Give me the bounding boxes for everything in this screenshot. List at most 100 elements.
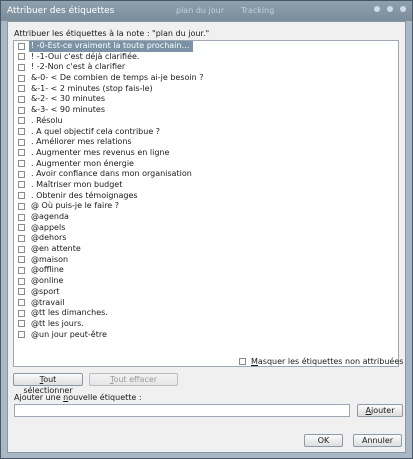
close-icon[interactable] (400, 6, 406, 12)
tag-list-item[interactable]: @online (14, 276, 398, 287)
tag-list-item[interactable]: @sport (14, 287, 398, 298)
tag-list-item[interactable]: . A quel objectif cela contribue ? (14, 127, 398, 138)
tag-checkbox[interactable] (18, 42, 25, 50)
tag-checkbox[interactable] (18, 53, 25, 61)
background-window-text: plan du jour (176, 6, 224, 15)
tag-checkbox[interactable] (18, 63, 25, 71)
tag-checkbox[interactable] (18, 192, 25, 200)
tag-list-item[interactable]: @maison (14, 255, 398, 266)
tag-list-item[interactable]: . Avoir confiance dans mon organisation (14, 169, 398, 180)
tag-label: . Résolu (31, 115, 63, 125)
tag-checkbox[interactable] (18, 138, 25, 146)
tag-label: . Maîtriser mon budget (31, 179, 123, 189)
tag-label: ! -2-Non c'est à clarifier (31, 62, 126, 72)
tag-list-item[interactable]: ! -2-Non c'est à clarifier (14, 62, 398, 73)
tag-list-item[interactable]: @travail (14, 298, 398, 309)
tag-list-item[interactable]: ! -0-Est-ce vraiment la toute prochaine … (14, 41, 398, 52)
tag-label: . Augmenter mon énergie (31, 158, 134, 168)
tag-checkbox[interactable] (18, 160, 25, 168)
tag-checkbox[interactable] (18, 256, 25, 264)
tag-label: @travail (31, 297, 65, 307)
title-bar[interactable]: Attribuer des étiquettes plan du jour Tr… (1, 1, 412, 21)
tag-list-item[interactable]: @tt les jours. (14, 319, 398, 330)
tag-checkbox[interactable] (18, 170, 25, 178)
maximize-icon[interactable] (387, 6, 393, 12)
tag-label: . A quel objectif cela contribue ? (31, 126, 161, 136)
tag-checkbox[interactable] (18, 309, 25, 317)
tag-list-item[interactable]: . Augmenter mes revenus en ligne (14, 148, 398, 159)
tag-checkbox[interactable] (18, 224, 25, 232)
tag-list-item[interactable]: @dehors (14, 233, 398, 244)
tag-list-item[interactable]: . Résolu (14, 116, 398, 127)
window-title: Attribuer des étiquettes (7, 6, 115, 16)
tag-list-item[interactable]: @offline (14, 265, 398, 276)
tag-checkbox[interactable] (18, 85, 25, 93)
tag-checkbox[interactable] (18, 128, 25, 135)
tag-list-item[interactable]: @appels (14, 223, 398, 234)
tag-label: &-0- < De combien de temps ai-je besoin … (31, 73, 204, 83)
hide-unassigned-label: Masquer les étiquettes non attribuées (251, 357, 404, 366)
hide-unassigned-checkbox[interactable] (239, 358, 246, 365)
tag-label: . Avoir confiance dans mon organisation (31, 169, 192, 179)
tag-checkbox[interactable] (18, 213, 25, 221)
background-window-text: Tracking (241, 6, 275, 15)
tag-list-item[interactable]: &-1- < 2 minutes (stop fais-le) (14, 84, 398, 95)
tag-list-item[interactable]: @tt les dimanches. (14, 308, 398, 319)
tag-checkbox[interactable] (18, 234, 25, 242)
tag-checkbox[interactable] (18, 149, 25, 157)
select-all-button[interactable]: Tout sélectionner (13, 373, 83, 395)
tag-label: @dehors (31, 233, 67, 243)
add-tag-button[interactable]: Ajouter (357, 404, 403, 417)
tag-label: @tt les jours. (31, 318, 84, 328)
tag-checkbox[interactable] (18, 106, 25, 114)
tag-list-item[interactable]: @en attente (14, 244, 398, 255)
tag-list-item[interactable]: @ Où puis-je le faire ? (14, 201, 398, 212)
minimize-icon[interactable] (374, 6, 380, 12)
tag-label: @online (31, 276, 64, 286)
tag-list-item[interactable]: &-0- < De combien de temps ai-je besoin … (14, 73, 398, 84)
tag-label: @un jour peut-être (31, 329, 107, 339)
assign-prompt: Attribuer les étiquettes à la note : "pl… (14, 29, 210, 38)
tag-list-item[interactable]: &-3- < 90 minutes (14, 105, 398, 116)
tag-label: @en attente (31, 244, 81, 254)
tag-label: ! -0-Est-ce vraiment la toute prochaine … (29, 41, 193, 52)
tag-list[interactable]: ! -0-Est-ce vraiment la toute prochaine … (13, 40, 399, 367)
clear-all-button: Tout effacer (89, 373, 178, 386)
tag-label: @offline (31, 265, 64, 275)
tag-list-item[interactable]: &-2- < 30 minutes (14, 94, 398, 105)
tag-list-item[interactable]: . Maîtriser mon budget (14, 180, 398, 191)
tag-list-item[interactable]: . Améliorer mes relations (14, 137, 398, 148)
new-tag-input[interactable] (14, 404, 350, 417)
tag-checkbox[interactable] (18, 320, 25, 328)
tag-checkbox[interactable] (18, 277, 25, 285)
cancel-button[interactable]: Annuler (353, 434, 402, 447)
tag-label: @ Où puis-je le faire ? (31, 201, 120, 211)
dialog-body: Attribuer les étiquettes à la note : "pl… (7, 21, 406, 453)
tag-label: ! -1-Oui c'est déjà clarifiée. (31, 51, 140, 61)
tag-checkbox[interactable] (18, 95, 25, 103)
tag-label: &-1- < 2 minutes (stop fais-le) (31, 83, 153, 93)
tag-checkbox[interactable] (18, 288, 25, 296)
tag-list-item[interactable]: ! -1-Oui c'est déjà clarifiée. (14, 52, 398, 63)
ok-button[interactable]: OK (304, 434, 343, 447)
tag-checkbox[interactable] (18, 181, 25, 189)
tag-label: @agenda (31, 212, 69, 221)
tag-label: @maison (31, 254, 69, 264)
tag-label: @sport (31, 286, 60, 296)
tag-list-item[interactable]: @agenda (14, 212, 398, 223)
tag-label: @appels (31, 222, 66, 232)
tag-checkbox[interactable] (18, 245, 25, 253)
tag-list-item[interactable]: . Obtenir des témoignages (14, 191, 398, 202)
assign-tags-dialog: Attribuer des étiquettes plan du jour Tr… (0, 0, 413, 459)
tag-checkbox[interactable] (18, 266, 25, 274)
tag-label: &-2- < 30 minutes (31, 94, 105, 104)
tag-list-item[interactable]: . Augmenter mon énergie (14, 159, 398, 170)
tag-checkbox[interactable] (18, 202, 25, 210)
window-controls (374, 6, 406, 12)
tag-checkbox[interactable] (18, 299, 25, 306)
tag-checkbox[interactable] (18, 117, 25, 125)
tag-checkbox[interactable] (18, 331, 25, 339)
tag-list-item[interactable]: @un jour peut-être (14, 330, 398, 341)
tag-checkbox[interactable] (18, 74, 25, 82)
tag-label: . Améliorer mes relations (31, 137, 132, 147)
